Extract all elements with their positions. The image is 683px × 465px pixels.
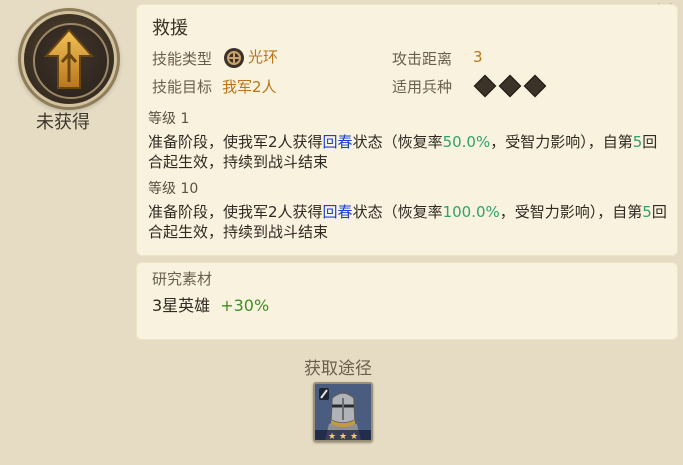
level-1-label: 等级 1	[148, 111, 190, 127]
skill-status: 未获得	[36, 112, 90, 133]
level-10-description: 准备阶段，使我军2人获得回春状态（恢复率100.0%，受智力影响），自第5回合起…	[148, 203, 667, 241]
hero-portrait-card[interactable]: ★ ★ ★	[313, 382, 373, 442]
svg-text:★: ★	[350, 432, 358, 440]
troop-type-label: 适用兵种	[392, 78, 453, 96]
svg-text:★: ★	[328, 432, 336, 440]
skill-target-value: 我军2人	[222, 78, 277, 96]
knight-helmet-icon: ★ ★ ★	[315, 384, 371, 440]
level-10-label: 等级 10	[148, 181, 199, 197]
research-item: 3星英雄 +30%	[152, 296, 270, 315]
skill-target-label: 技能目标	[152, 78, 213, 96]
attack-range-value: 3	[473, 48, 483, 66]
research-bonus: +30%	[220, 296, 270, 315]
skill-arrow-emblem-icon	[43, 28, 95, 89]
attack-range-label: 攻击距离	[392, 50, 453, 68]
aura-icon	[224, 47, 244, 68]
skill-type-value: 光环	[224, 46, 278, 68]
skill-info-panel: 救援 技能类型 光环 攻击距离 3 技能目标 我军2人 适用兵种 等级 1 准备…	[136, 4, 678, 256]
skill-name: 救援	[152, 18, 188, 39]
research-title: 研究素材	[152, 270, 213, 288]
svg-text:★: ★	[339, 432, 347, 440]
skill-type-label: 技能类型	[152, 50, 213, 68]
bow-icon	[523, 74, 547, 98]
acquisition-title: 获取途径	[304, 359, 372, 379]
horse-icon	[498, 74, 522, 98]
skill-icon	[24, 14, 114, 104]
research-material-panel: 研究素材 3星英雄 +30%	[136, 262, 678, 340]
level-1-description: 准备阶段，使我军2人获得回春状态（恢复率50.0%，受智力影响），自第5回合起生…	[148, 133, 658, 171]
sword-icon	[473, 74, 497, 98]
